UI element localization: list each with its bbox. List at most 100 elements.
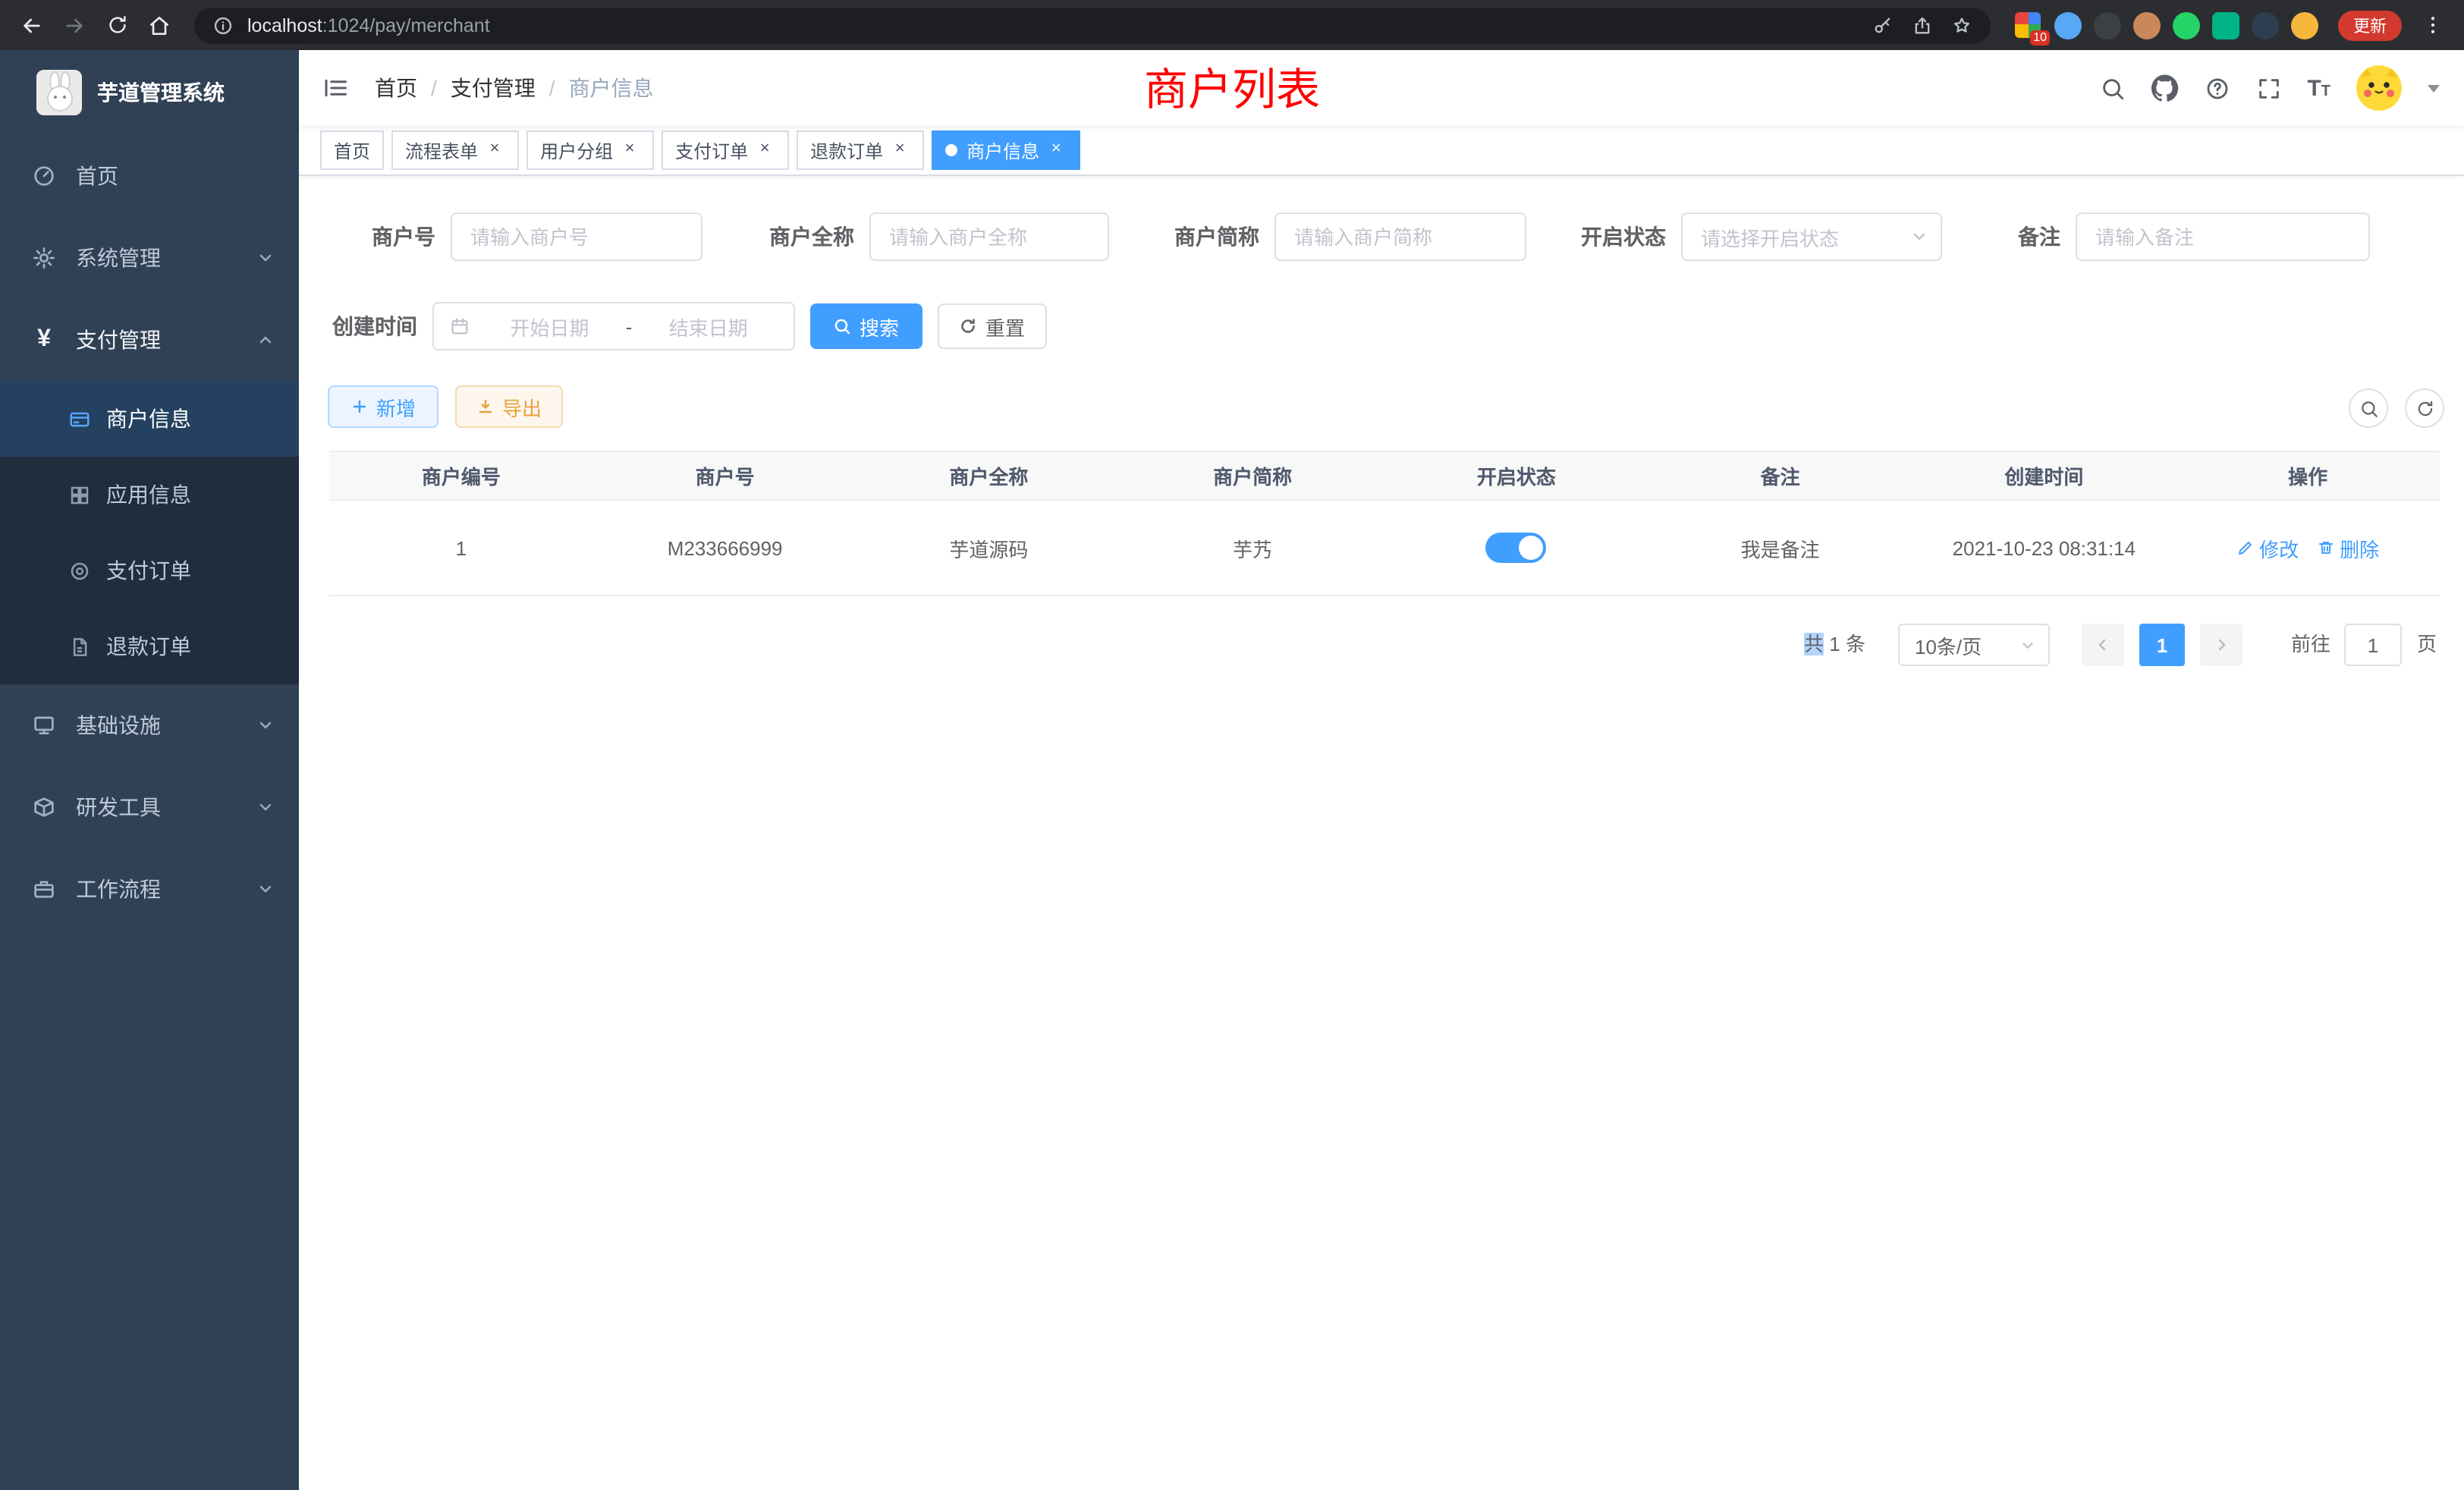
sidebar-item-app-info[interactable]: 应用信息 <box>0 457 299 533</box>
sidebar-item-infrastructure[interactable]: 基础设施 <box>0 684 299 766</box>
tab-refund-order[interactable]: 退款订单 × <box>797 130 924 170</box>
filter-label-merchant-no: 商户号 <box>314 212 435 261</box>
refresh-icon <box>2415 398 2434 418</box>
extension-badge: 10 <box>2030 30 2050 45</box>
status-select[interactable]: 请选择开启状态 <box>1681 212 1942 261</box>
cell-short-name: 芋艿 <box>1120 501 1384 595</box>
avatar-caret-down-icon[interactable] <box>2428 84 2440 92</box>
search-icon <box>2359 398 2378 418</box>
sidebar-item-devtools[interactable]: 研发工具 <box>0 766 299 848</box>
delete-label: 删除 <box>2340 533 2379 562</box>
pagination-total: 共 1 条 <box>1804 624 1865 666</box>
sidebar-item-pay-order[interactable]: 支付订单 <box>0 533 299 608</box>
table-header: 商户全称 <box>857 452 1121 499</box>
chevron-down-icon <box>256 798 275 816</box>
help-icon[interactable] <box>2204 75 2230 101</box>
table-header: 商户号 <box>593 452 857 499</box>
refresh-table-button[interactable] <box>2405 388 2444 428</box>
font-size-icon[interactable]: TT <box>2307 77 2330 99</box>
status-toggle[interactable] <box>1486 533 1547 563</box>
export-button[interactable]: 导出 <box>455 385 563 428</box>
breadcrumb-home[interactable]: 首页 <box>375 73 417 103</box>
table-header: 操作 <box>2176 452 2440 499</box>
merchant-no-input[interactable] <box>451 212 702 261</box>
site-info-icon[interactable] <box>212 14 234 36</box>
browser-back-icon[interactable] <box>12 5 52 45</box>
tab-label: 退款订单 <box>810 137 883 163</box>
merchant-card-icon <box>67 407 91 430</box>
github-icon[interactable] <box>2151 74 2178 102</box>
app-logo[interactable]: 芋道管理系统 <box>0 50 299 135</box>
delete-link[interactable]: 删除 <box>2317 533 2379 562</box>
search-icon <box>834 317 852 335</box>
tab-close-icon[interactable]: × <box>484 140 505 161</box>
dashboard-icon <box>30 164 58 188</box>
tab-home[interactable]: 首页 <box>320 130 384 170</box>
gear-icon <box>30 246 58 270</box>
browser-home-icon[interactable] <box>140 5 179 45</box>
cell-merchant-no: M233666999 <box>593 501 857 595</box>
tab-close-icon[interactable]: × <box>754 140 775 161</box>
breadcrumb-current: 商户信息 <box>569 73 654 103</box>
chevron-down-icon <box>2019 637 2036 653</box>
next-page-button[interactable] <box>2200 624 2242 666</box>
tab-close-icon[interactable]: × <box>1045 140 1067 161</box>
extension-icon[interactable] <box>2054 11 2082 39</box>
download-icon <box>476 398 495 416</box>
sidebar-item-refund-order[interactable]: 退款订单 <box>0 608 299 684</box>
tab-close-icon[interactable]: × <box>619 140 640 161</box>
extension-icon[interactable]: 10 <box>2015 11 2042 39</box>
sidebar-item-system[interactable]: 系统管理 <box>0 217 299 299</box>
cell-full-name: 芋道源码 <box>857 501 1121 595</box>
cell-actions: 修改 删除 <box>2176 501 2440 595</box>
full-name-input[interactable] <box>869 212 1109 261</box>
table-header: 备注 <box>1648 452 1912 499</box>
address-bar[interactable]: localhost :1024/pay/merchant <box>194 7 1991 43</box>
breadcrumb-payment[interactable]: 支付管理 <box>451 73 536 103</box>
page-size-select[interactable]: 10条/页 <box>1898 624 2050 666</box>
extension-icon[interactable] <box>2252 11 2279 39</box>
password-key-icon[interactable] <box>1872 14 1894 36</box>
add-button[interactable]: 新增 <box>328 385 438 428</box>
share-icon[interactable] <box>1912 14 1933 36</box>
sidebar-item-merchant-info[interactable]: 商户信息 <box>0 381 299 457</box>
remark-input[interactable] <box>2076 212 2370 261</box>
fullscreen-icon[interactable] <box>2255 75 2281 101</box>
hide-search-button[interactable] <box>2349 388 2388 428</box>
pagination: 共 1 条 10条/页 1 前往 页 <box>299 624 2464 666</box>
tab-process-form[interactable]: 流程表单 × <box>391 130 519 170</box>
browser-reload-icon[interactable] <box>97 5 137 45</box>
extension-icon[interactable] <box>2094 11 2121 39</box>
sidebar-collapse-icon[interactable] <box>299 74 372 102</box>
search-button[interactable]: 搜索 <box>810 303 922 349</box>
browser-forward-icon[interactable] <box>55 5 94 45</box>
page-number-button[interactable]: 1 <box>2139 624 2185 666</box>
goto-page-input[interactable] <box>2344 624 2402 666</box>
extension-icon[interactable] <box>2133 11 2161 39</box>
sidebar-item-workflow[interactable]: 工作流程 <box>0 848 299 930</box>
tab-pay-order[interactable]: 支付订单 × <box>662 130 789 170</box>
user-avatar[interactable] <box>2356 65 2402 111</box>
search-button-label: 搜索 <box>860 312 899 341</box>
table-row: 1 M233666999 芋道源码 芋艿 我是备注 2021-10-23 08:… <box>329 501 2440 596</box>
filter-label-short-name: 商户简称 <box>1130 212 1259 261</box>
browser-menu-icon[interactable] <box>2412 5 2452 45</box>
total-count: 1 <box>1829 633 1840 655</box>
create-time-range-picker[interactable]: 开始日期 - 结束日期 <box>432 302 795 350</box>
header-search-icon[interactable] <box>2099 75 2125 101</box>
extension-icon[interactable] <box>2173 11 2200 39</box>
browser-profile-avatar[interactable] <box>2291 11 2318 39</box>
tab-user-group[interactable]: 用户分组 × <box>526 130 654 170</box>
prev-page-button[interactable] <box>2082 624 2124 666</box>
tab-merchant-info[interactable]: 商户信息 × <box>932 130 1080 170</box>
extension-icon[interactable] <box>2212 11 2239 39</box>
sidebar-item-payment[interactable]: ¥ 支付管理 <box>0 299 299 381</box>
bookmark-star-icon[interactable] <box>1951 14 1972 36</box>
edit-link[interactable]: 修改 <box>2236 533 2299 562</box>
short-name-input[interactable] <box>1274 212 1526 261</box>
tab-close-icon[interactable]: × <box>889 140 910 161</box>
sidebar-item-home[interactable]: 首页 <box>0 135 299 217</box>
reset-button[interactable]: 重置 <box>938 303 1047 349</box>
browser-update-button[interactable]: 更新 <box>2338 10 2402 40</box>
trash-icon <box>2317 539 2335 557</box>
